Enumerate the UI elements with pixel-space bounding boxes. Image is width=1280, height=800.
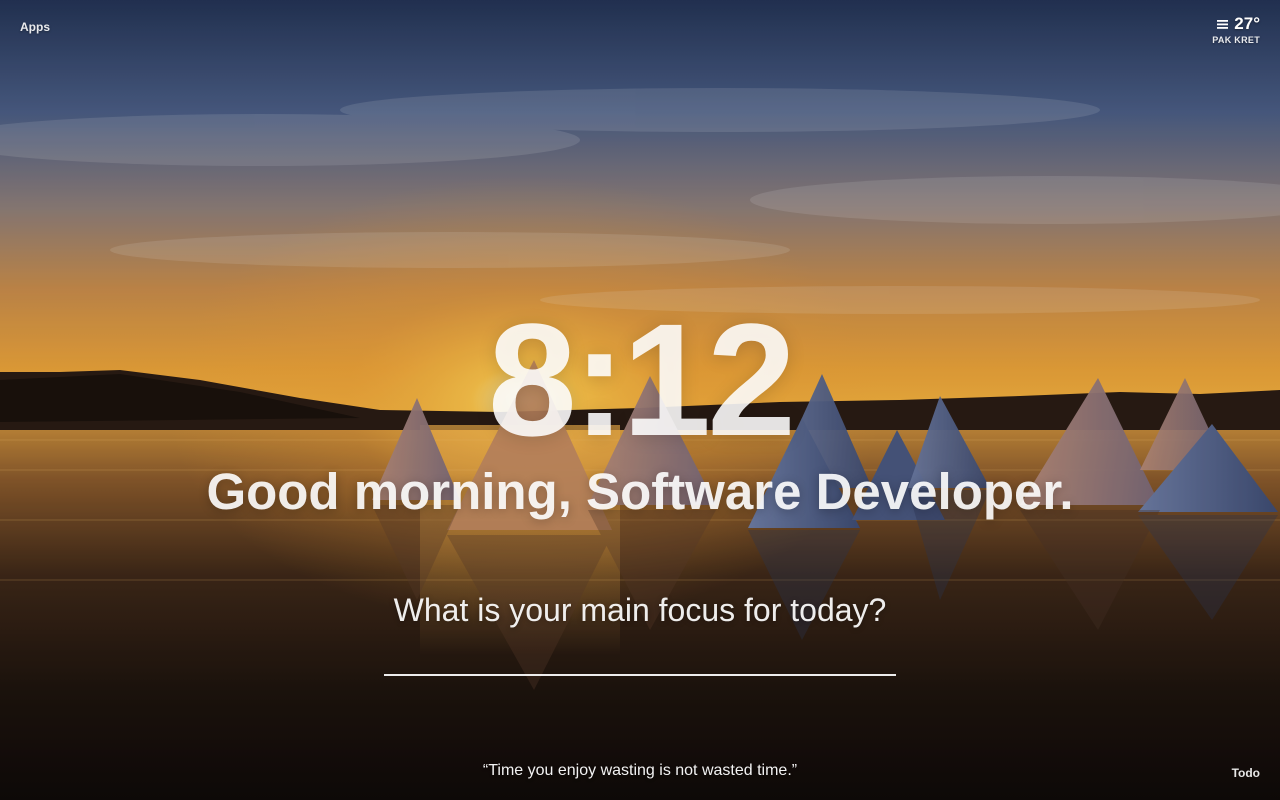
focus-prompt: What is your main focus for today? (393, 592, 887, 628)
weather-location: PAK KRET (1212, 35, 1260, 45)
quote-text: “Time you enjoy wasting is not wasted ti… (482, 762, 798, 779)
apps-link[interactable]: Apps (20, 20, 50, 34)
todo-button[interactable]: Todo (1232, 766, 1260, 780)
weather-widget[interactable]: 27° PAK KRET (1212, 14, 1260, 45)
focus-input[interactable] (384, 640, 896, 676)
cloud-bars-icon (1217, 19, 1229, 29)
new-tab-dashboard: Apps 27° PAK KRET 8:12 Good morning, Sof… (0, 0, 1280, 800)
weather-row: 27° (1212, 14, 1260, 34)
temperature: 27° (1234, 14, 1260, 33)
clock-time: 8:12 (487, 290, 796, 469)
greeting-text: Good morning, Software Developer. (206, 463, 1074, 520)
